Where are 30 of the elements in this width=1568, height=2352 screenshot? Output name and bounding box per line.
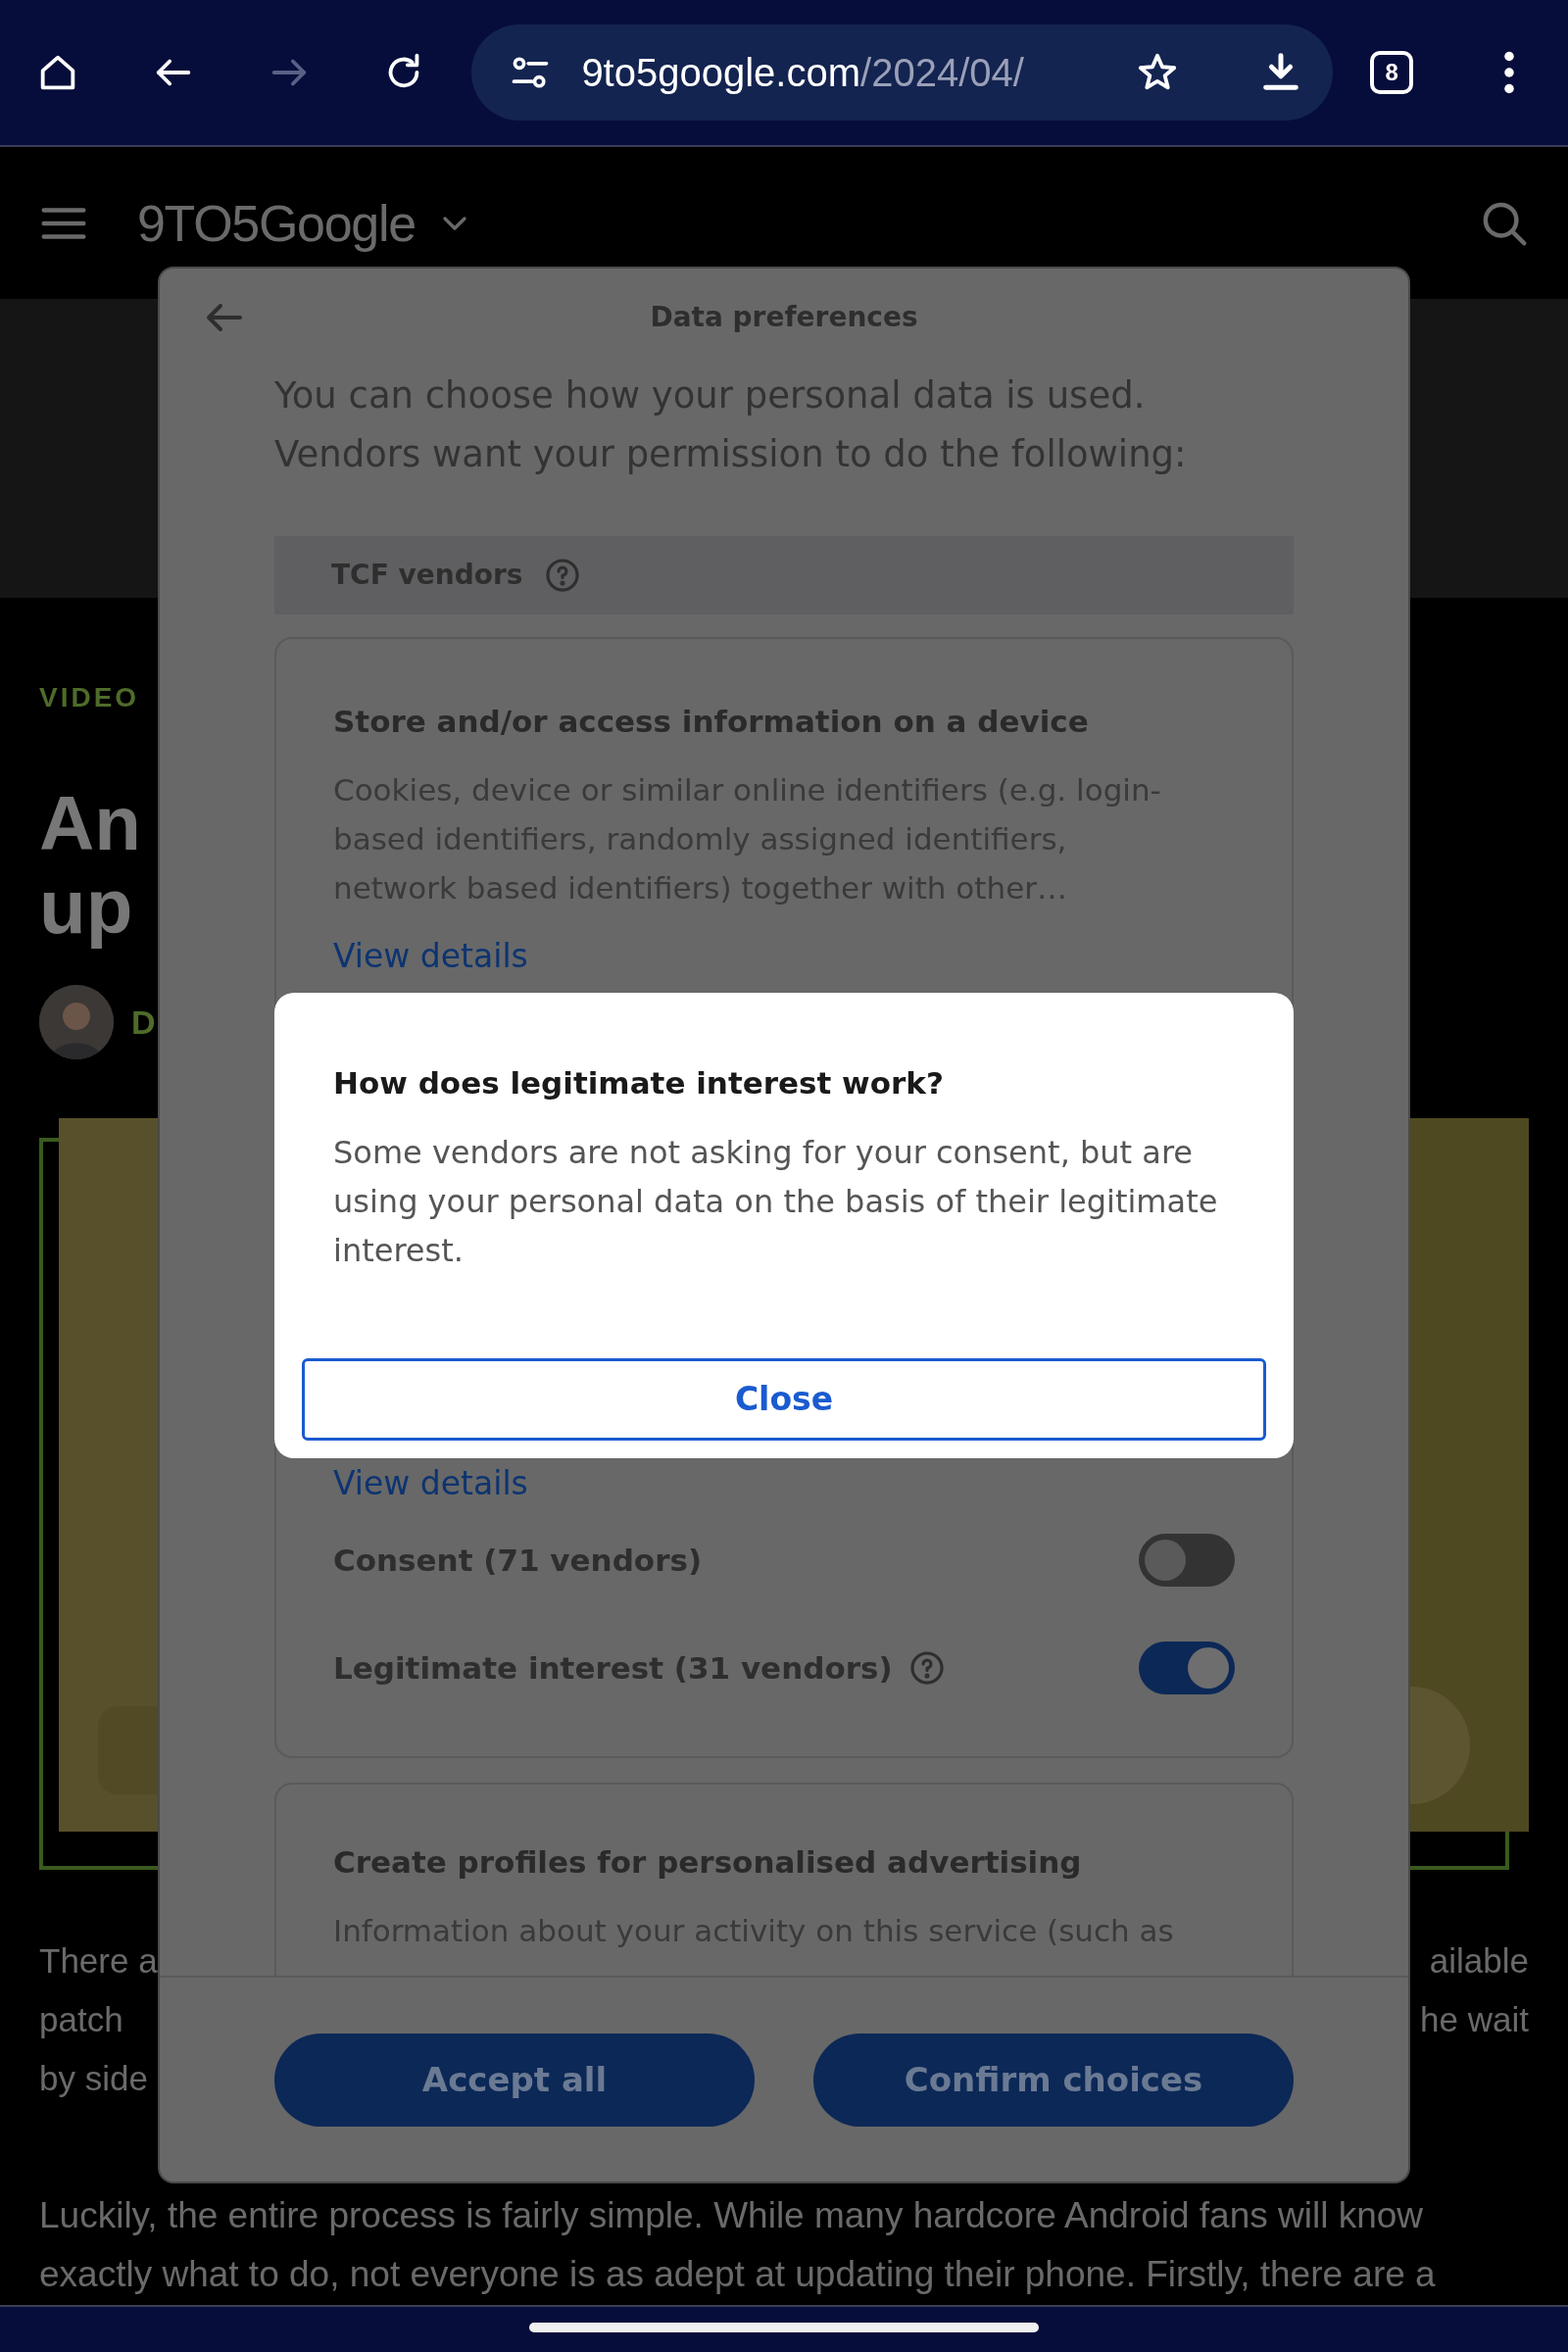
close-button[interactable]: Close: [302, 1358, 1266, 1441]
toggle-label: Consent (71 vendors): [333, 1541, 703, 1580]
more-icon: [1503, 51, 1516, 94]
help-icon[interactable]: [907, 1649, 946, 1687]
toggle-label: Legitimate interest (31 vendors): [333, 1648, 893, 1688]
author-name[interactable]: D: [131, 997, 156, 1048]
action-button[interactable]: Accept all: [274, 2033, 755, 2127]
address-bar[interactable]: 9to5google.com/2024/04/: [471, 24, 1334, 121]
site-logo[interactable]: 9TO5Google: [137, 184, 416, 262]
toggle-switch[interactable]: [1139, 1534, 1235, 1587]
article-text: There a: [39, 1939, 158, 1982]
action-button[interactable]: Confirm choices: [813, 2033, 1294, 2127]
popup-text: Some vendors are not asking for your consent, but are using your personal data on the basis of their legitimate interest.: [333, 1133, 1218, 1271]
view-details-link[interactable]: View details: [333, 1466, 528, 1501]
purpose-title: Create profiles for personalised advertising: [333, 1843, 1082, 1882]
article-text: he wait: [1420, 1998, 1529, 2040]
category-label[interactable]: VIDEO: [39, 678, 140, 717]
dialog-title: Data preferences: [650, 300, 918, 335]
popup-title: How does legitimate interest work?: [333, 1064, 944, 1102]
toggle-switch[interactable]: [1139, 1642, 1235, 1694]
help-icon[interactable]: [544, 557, 582, 594]
headline: An up: [39, 782, 141, 949]
article-text: patch: [39, 1998, 123, 2040]
url-text[interactable]: 9to5google.com/2024/04/: [581, 43, 1024, 102]
view-details-link[interactable]: View details: [333, 932, 528, 981]
tab-count-button[interactable]: 8: [1333, 24, 1451, 121]
article-text: ailable: [1429, 1939, 1529, 1982]
purpose-title: Store and/or access information on a device: [333, 703, 1089, 741]
article-text: by side: [39, 2057, 148, 2099]
article-paragraph: Luckily, the entire process is fairly simple. While many hardcore Android fans will know exactly what to do, not everyone is as adept at updating their phone. Firstly, there are a: [39, 2194, 1436, 2296]
